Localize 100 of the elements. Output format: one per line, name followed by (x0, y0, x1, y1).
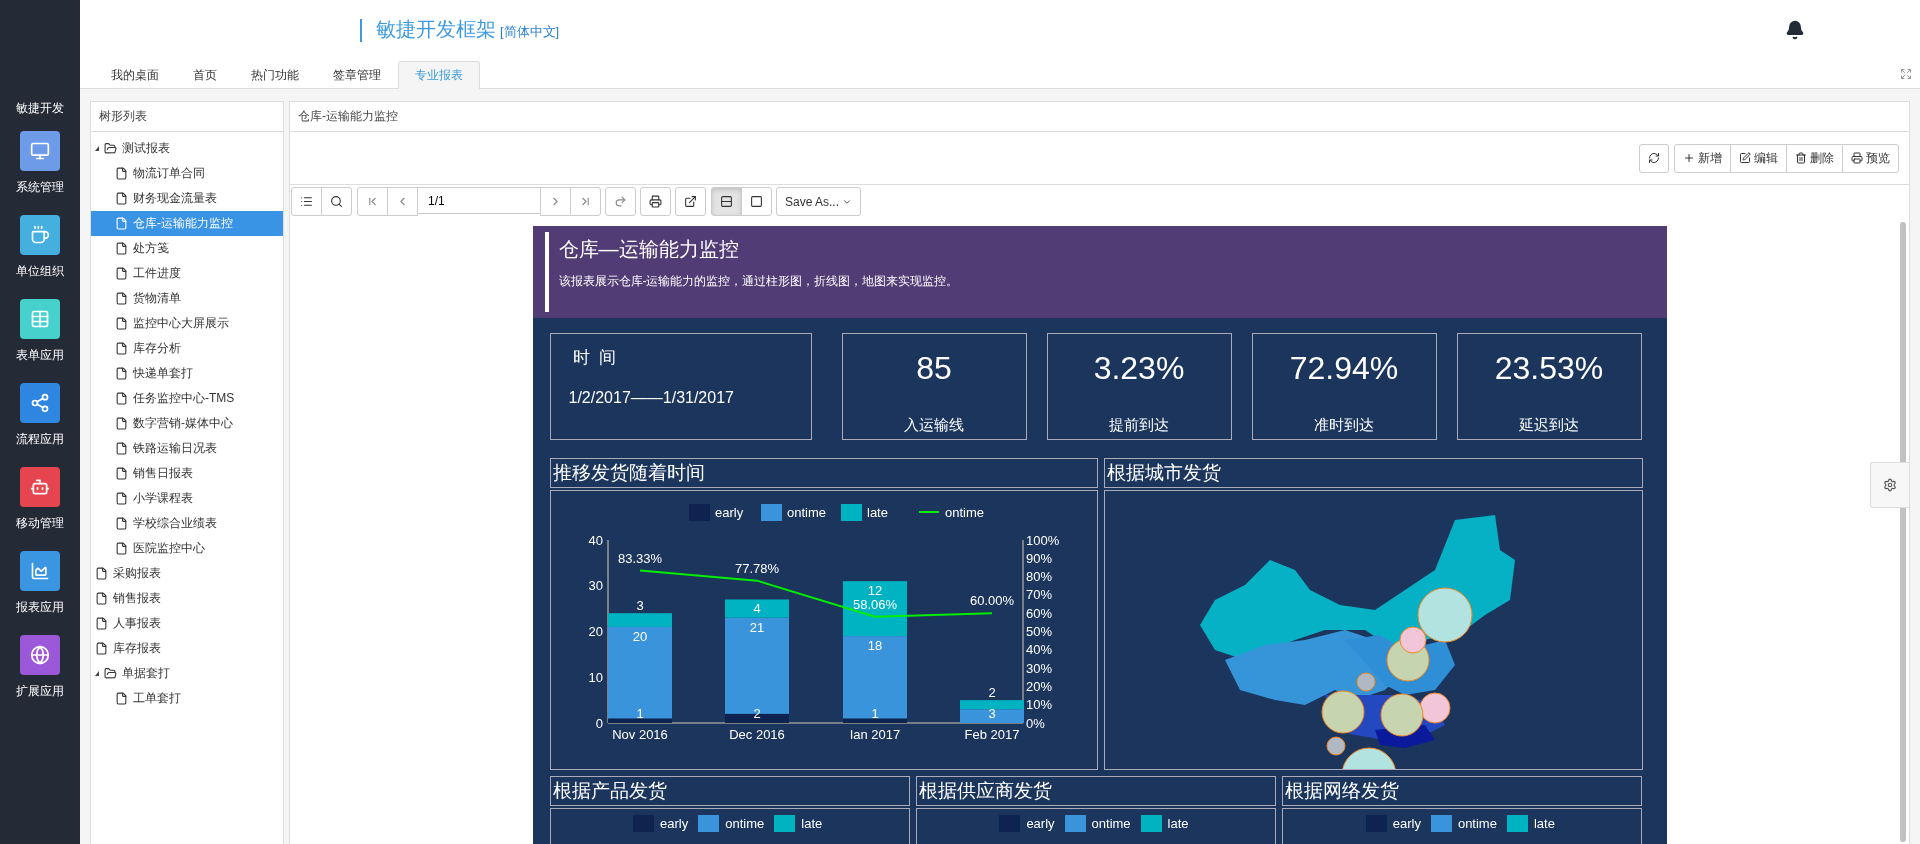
y2-tick-label: 50% (1025, 624, 1052, 639)
sidebar-item[interactable]: 流程应用 (16, 431, 64, 448)
tree-item[interactable]: 测试报表 (91, 136, 283, 161)
tree-item[interactable]: 处方笺 (91, 236, 283, 261)
page-field[interactable]: 1/1 (417, 187, 541, 214)
action-button[interactable]: 新增 (1674, 143, 1731, 173)
legend-label: late (801, 816, 823, 831)
sidebar-item[interactable]: 移动管理 (16, 515, 64, 532)
tree-item[interactable]: 货物清单 (91, 286, 283, 311)
legend-item[interactable]: early (688, 504, 743, 521)
export-icon (684, 195, 697, 208)
y-tick-label: 20 (588, 624, 603, 639)
view-mode-button[interactable] (711, 187, 742, 216)
bell-icon[interactable] (1785, 20, 1805, 40)
file-icon (115, 267, 128, 280)
app-tile[interactable] (20, 467, 60, 507)
refresh-button[interactable] (1639, 143, 1669, 173)
chart-title: 根据产品发货 (549, 776, 910, 806)
bar (959, 709, 1024, 723)
action-button[interactable]: 编辑 (1730, 143, 1787, 173)
legend-label: early (714, 505, 744, 520)
settings-button[interactable] (1870, 462, 1909, 508)
tree-item[interactable]: 医院监控中心 (91, 536, 283, 561)
legend-item[interactable]: ontime (760, 504, 826, 521)
tree-item[interactable]: 监控中心大屏展示 (91, 311, 283, 336)
app-tile[interactable] (20, 635, 60, 675)
save-as-button[interactable]: Save As... (776, 187, 862, 216)
file-icon (115, 217, 128, 230)
sidebar-item[interactable]: 表单应用 (16, 347, 64, 364)
sidebar-item[interactable]: 单位组织 (16, 263, 64, 280)
caret-icon[interactable] (95, 671, 99, 676)
data-label: 58.06% (852, 596, 897, 612)
cup-icon (30, 225, 50, 245)
file-icon (115, 517, 128, 530)
sidebar-item[interactable]: 系统管理 (16, 179, 64, 196)
tree-item[interactable]: 工单套打 (91, 686, 283, 711)
kpi-value: 3.23% (1093, 350, 1185, 387)
kpi-label: 入运输线 (904, 416, 964, 435)
redo-arrow-icon (614, 195, 627, 208)
caret-icon[interactable] (95, 146, 99, 151)
last-page-button[interactable] (570, 187, 601, 216)
y2-tick-label: 30% (1025, 660, 1052, 676)
view-mode-button[interactable] (741, 187, 772, 216)
first-page-icon (366, 195, 379, 208)
file-icon (95, 567, 108, 580)
kpi-label: 延迟到达 (1519, 416, 1579, 435)
app-tile[interactable] (20, 131, 60, 171)
printer-icon (1851, 152, 1863, 164)
tree-item[interactable]: 采购报表 (91, 561, 283, 586)
report-title: 仓库—运输能力监控 (558, 237, 740, 262)
action-button[interactable]: 删除 (1786, 143, 1843, 173)
language-link[interactable]: [简体中文] (500, 23, 560, 39)
print-button[interactable] (640, 187, 671, 216)
chart-title: 根据城市发货 (1103, 458, 1643, 488)
tree-item[interactable]: 财务现金流量表 (91, 186, 283, 211)
tree-item[interactable]: 数字营销-媒体中心 (91, 411, 283, 436)
tree-item[interactable]: 任务监控中心-TMS (91, 386, 283, 411)
tree-item[interactable]: 销售日报表 (91, 461, 283, 486)
tab[interactable]: 签章管理 (316, 61, 398, 89)
axis-label: Ian 2017 (849, 727, 900, 742)
y2-tick-label: 10% (1025, 697, 1052, 713)
app-title: 敏捷开发框架 [简体中文] (360, 18, 560, 42)
brand-label: 敏捷开发 (16, 100, 64, 117)
legend-label: ontime (944, 505, 984, 520)
tree-item[interactable]: 铁路运输日况表 (91, 436, 283, 461)
tree-item[interactable]: 物流订单合同 (91, 161, 283, 186)
sidebar-item[interactable]: 扩展应用 (16, 683, 64, 700)
tree-item[interactable]: 库存报表 (91, 636, 283, 661)
export-button[interactable] (675, 187, 706, 216)
first-page-button[interactable] (357, 187, 388, 216)
app-tile[interactable] (20, 383, 60, 423)
tree-item[interactable]: 人事报表 (91, 611, 283, 636)
app-tile[interactable] (20, 299, 60, 339)
area-chart-icon (30, 561, 50, 581)
tree-item[interactable]: 工件进度 (91, 261, 283, 286)
tab[interactable]: 首页 (176, 61, 234, 89)
tree-item[interactable]: 学校综合业绩表 (91, 511, 283, 536)
tree-item[interactable]: 库存分析 (91, 336, 283, 361)
legend-item[interactable]: late (840, 504, 888, 521)
sidebar-item[interactable]: 报表应用 (16, 599, 64, 616)
app-tile[interactable] (20, 215, 60, 255)
tree-item[interactable]: 销售报表 (91, 586, 283, 611)
scrollbar[interactable] (1900, 222, 1906, 842)
chart-title: 根据供应商发货 (915, 776, 1277, 806)
tree-item[interactable]: 小学课程表 (91, 486, 283, 511)
search-button[interactable] (321, 187, 352, 216)
list-icon (300, 195, 313, 208)
tree-item[interactable]: 快递单套打 (91, 361, 283, 386)
tab[interactable]: 热门功能 (234, 61, 316, 89)
legend-item[interactable]: ontime (917, 505, 984, 520)
fullscreen-icon[interactable] (1900, 68, 1912, 80)
tree-item[interactable]: 单据套打 (91, 661, 283, 686)
tab[interactable]: 我的桌面 (94, 61, 176, 89)
kpi-label: 准时到达 (1314, 416, 1374, 435)
app-tile[interactable] (20, 551, 60, 591)
action-button[interactable]: 预览 (1842, 143, 1899, 173)
toc-button[interactable] (291, 187, 322, 216)
panel-title: 仓库-运输能力监控 (290, 102, 1909, 132)
report-description: 该报表展示仓库-运输能力的监控，通过柱形图，折线图，地图来实现监控。 (558, 273, 960, 290)
panel-title: 树形列表 (91, 102, 283, 132)
